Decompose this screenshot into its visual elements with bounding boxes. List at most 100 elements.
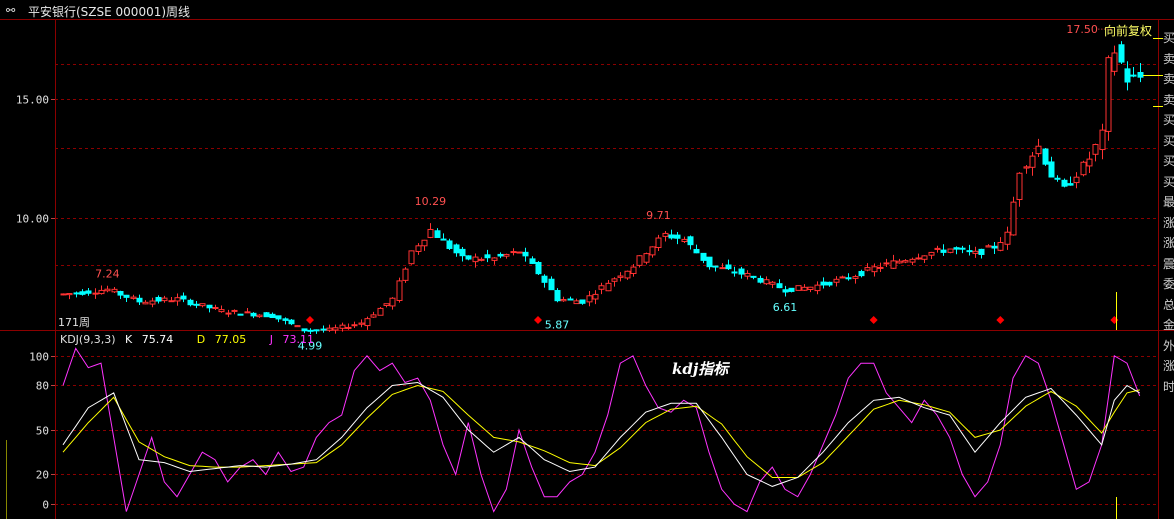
kdj-indicator-watermark: kdj指标 (672, 360, 729, 378)
candle-body (383, 303, 390, 306)
side-panel-tab-5[interactable]: 买 (1163, 131, 1174, 152)
candle-body (269, 313, 276, 319)
candle-body (1092, 144, 1099, 155)
signal-marker (996, 316, 1005, 324)
kdj-d-line (62, 384, 1140, 478)
side-panel-tab-14[interactable]: 金 (1163, 315, 1174, 336)
side-panel-tab-6[interactable]: 买 (1163, 151, 1174, 172)
candle-body (649, 246, 656, 256)
candle-body (98, 289, 105, 295)
side-panel-tab-3[interactable]: 卖 (1163, 90, 1174, 111)
candle-body (668, 234, 675, 239)
adjust-mode-label[interactable]: 向前复权 (1104, 22, 1152, 39)
candle-body (389, 297, 396, 307)
candle-body (978, 248, 985, 255)
side-panel-tab-16[interactable]: 涨 (1163, 356, 1174, 377)
candle-body (1118, 44, 1125, 63)
price-annotation: 10.29 (415, 195, 447, 208)
kdj-tick-label: 0 (42, 499, 49, 512)
candle-body (744, 272, 751, 277)
side-panel-tab-1[interactable]: 卖 (1163, 49, 1174, 70)
candle-body (820, 281, 827, 286)
price-annotation: 7.24 (95, 268, 120, 281)
side-panel-tab-12[interactable]: 委 (1163, 274, 1174, 295)
candle-body (801, 286, 808, 291)
candle-body (225, 312, 232, 315)
candle-body (871, 266, 878, 273)
candle-body (1073, 176, 1080, 184)
candle-body (73, 292, 80, 295)
side-panel-tab-13[interactable]: 总 (1163, 295, 1174, 316)
candle-body (149, 300, 156, 305)
side-panel-tab-17[interactable]: 时 (1163, 377, 1174, 398)
candle-body (307, 329, 314, 332)
candle-body (852, 276, 859, 279)
candle-body (554, 290, 561, 302)
chart-canvas[interactable]: 15.0010.007.244.9910.295.879.716.6117.50… (0, 0, 1174, 519)
candle-body (598, 285, 605, 290)
side-panel-tab-2[interactable]: 卖 (1163, 69, 1174, 90)
candle-body (719, 267, 726, 270)
candle-body (605, 282, 612, 292)
candle-body (174, 297, 181, 302)
candle-body (1105, 57, 1112, 132)
candle-body (731, 271, 738, 274)
side-panel-tab-7[interactable]: 买 (1163, 172, 1174, 193)
kdj-tick-label: 50 (36, 425, 49, 438)
candle-body (1035, 145, 1042, 155)
candle-body (1061, 179, 1068, 187)
candle-body (592, 293, 599, 300)
candle-body (769, 281, 776, 285)
candle-body (681, 238, 688, 243)
k-value: 75.74 (141, 333, 174, 346)
candle-body (161, 297, 168, 302)
candle-body (1054, 177, 1061, 180)
candle-body (807, 286, 814, 290)
candle-body (725, 264, 732, 270)
candle-body (313, 329, 320, 332)
candle-body (1029, 155, 1036, 168)
candle-body (237, 313, 244, 316)
price-tick-label: 15.00 (16, 94, 49, 107)
side-panel-tab-10[interactable]: 涨 (1163, 233, 1174, 254)
side-panel-tab-0[interactable]: 买 (1163, 28, 1174, 49)
period-label: 171周 (58, 316, 90, 329)
side-panel-tab-11[interactable]: 震 (1163, 254, 1174, 275)
candle-body (301, 328, 308, 332)
candle-body (491, 257, 498, 261)
candle-body (415, 245, 422, 252)
candle-body (104, 288, 111, 292)
kdj-indicator-name: KDJ(9,3,3) (60, 333, 116, 346)
price-annotation: 5.87 (545, 318, 570, 331)
candle-body (136, 297, 143, 303)
candle-body (66, 293, 73, 296)
candle-body (560, 298, 567, 302)
candle-body (1111, 52, 1118, 72)
kdj-legend: KDJ(9,3,3) K 75.74 D 77.05 J 73.11 (60, 333, 320, 346)
candle-body (92, 292, 99, 295)
candle-body (434, 230, 441, 238)
side-panel-tab-4[interactable]: 买 (1163, 110, 1174, 131)
side-panel-tab-8[interactable]: 最 (1163, 192, 1174, 213)
d-series-name: D (196, 333, 206, 346)
candle-body (529, 258, 536, 264)
candle-body (522, 251, 529, 257)
candle-body (345, 326, 352, 329)
candle-body (687, 236, 694, 246)
candle-body (845, 277, 852, 280)
candle-body (972, 250, 979, 254)
side-panel-tab-9[interactable]: 涨 (1163, 213, 1174, 234)
candle-body (1086, 158, 1093, 167)
candle-body (864, 267, 871, 271)
signal-marker (534, 316, 542, 324)
candle-body (263, 312, 270, 318)
candle-body (187, 299, 194, 306)
side-panel-tab-15[interactable]: 外 (1163, 336, 1174, 357)
candle-body (1010, 201, 1017, 236)
side-panel-tabs[interactable]: 买卖卖卖买买买买最涨涨震委总金外涨时 (1163, 28, 1174, 498)
candle-body (117, 291, 124, 296)
price-tick-label: 10.00 (16, 213, 49, 226)
candle-body (1124, 68, 1131, 83)
candle-body (408, 250, 415, 265)
candle-body (212, 307, 219, 310)
